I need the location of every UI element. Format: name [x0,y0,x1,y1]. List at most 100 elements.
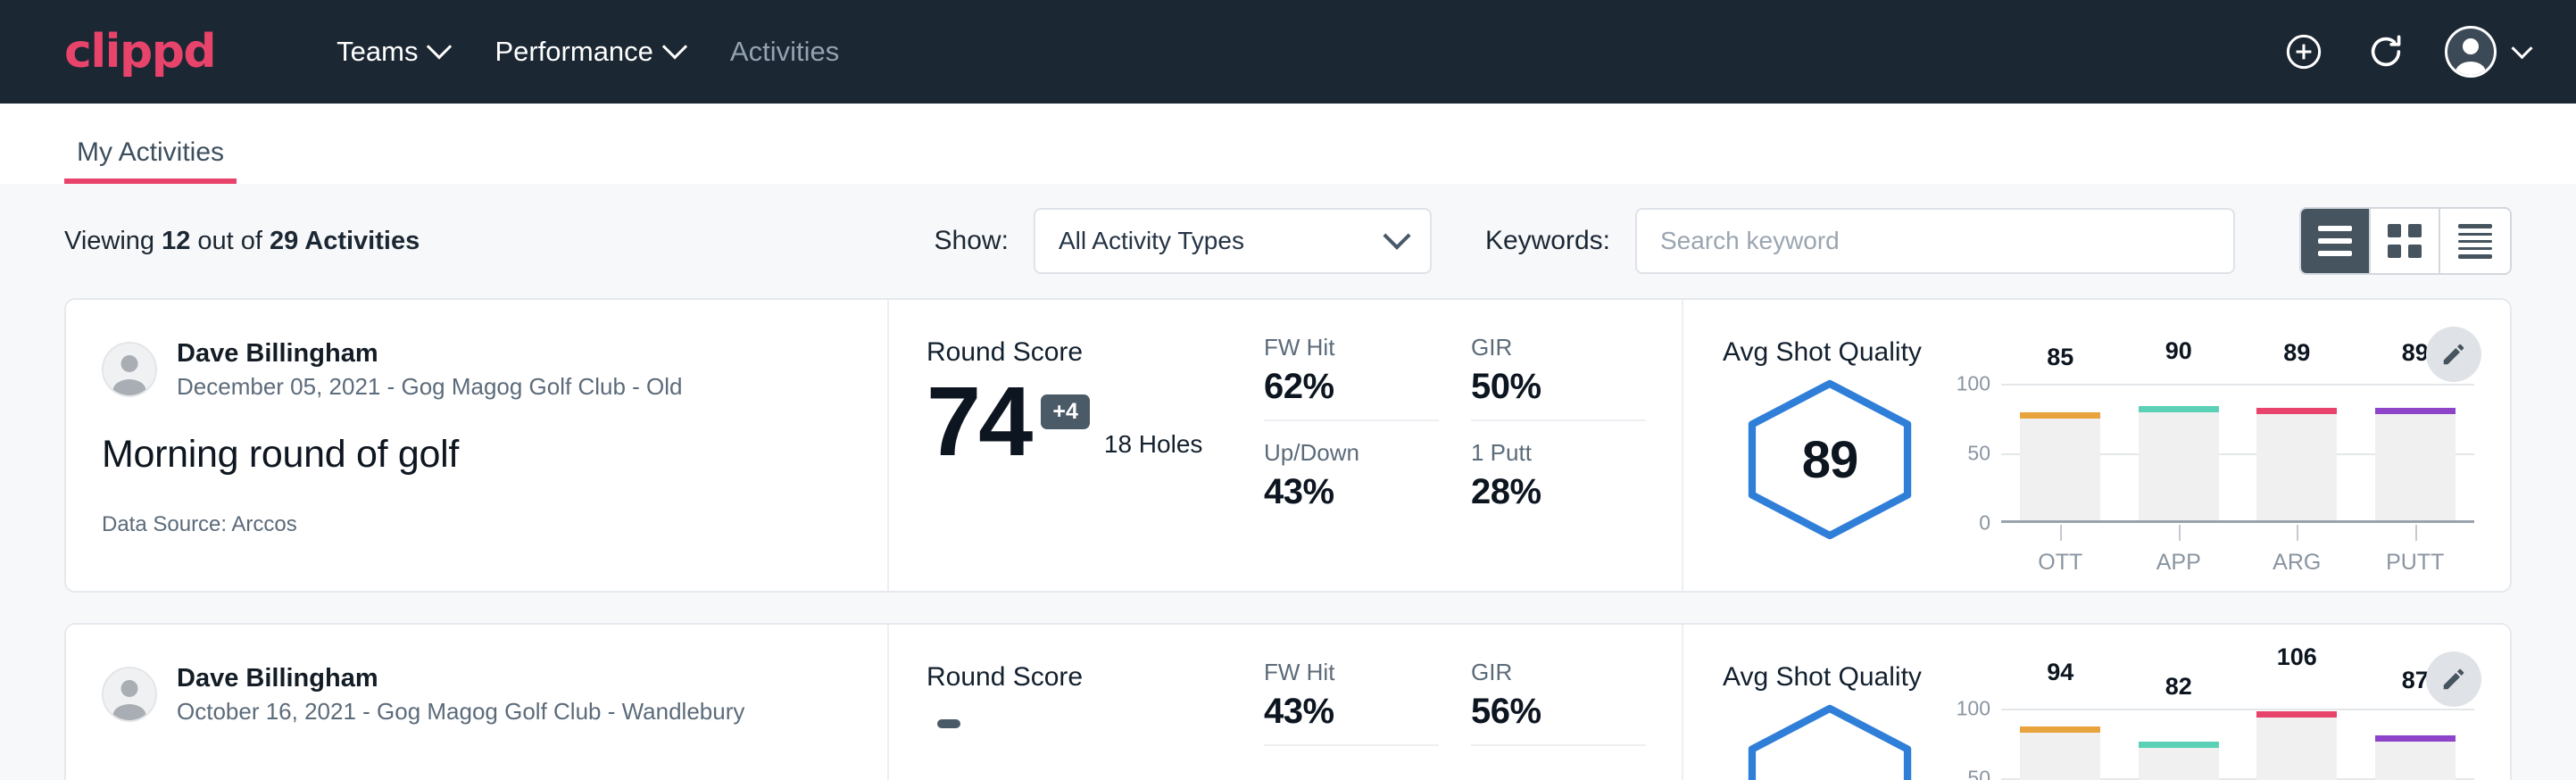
bar-value: 89 [2283,339,2310,367]
header-actions [2281,26,2530,78]
edit-pencil-icon [2440,666,2467,693]
avg-shot-quality-label: Avg Shot Quality [1723,337,2474,368]
player-name: Dave Billingham [177,337,683,371]
bar [2375,408,2456,520]
x-tick-label: PUTT [2375,550,2456,576]
round-score-section: Round Score 74 +4 18 Holes [889,300,1264,591]
compact-view-icon [2458,224,2492,259]
round-stats: FW Hit 43% GIR 56% [1264,625,1683,780]
tab-my-activities[interactable]: My Activities [64,137,237,184]
round-score-label: Round Score [927,662,1264,693]
edit-activity-button[interactable] [2426,327,2481,382]
y-tick: 0 [1979,511,1990,535]
chart-plot-area: 94 82 106 8 [2001,709,2474,780]
bar-column-arg: 89 [2256,381,2337,520]
score-to-par-badge: +4 [1041,394,1090,429]
bar-column-app: 90 [2139,381,2219,520]
stat-value: 62% [1264,367,1439,407]
bar-column-ott: 85 [2020,381,2100,520]
tab-bar: My Activities [0,104,2576,184]
nav-item-performance[interactable]: Performance [471,27,706,77]
viewing-count: 12 [162,227,190,255]
stat-label: Up/Down [1264,439,1439,467]
x-tick-label: OTT [2020,550,2100,576]
chart-x-labels: OTT APP ARG PUTT [2001,523,2474,576]
stat-label: GIR [1471,334,1646,361]
activity-info: Dave Billingham December 05, 2021 - Gog … [66,300,889,591]
stat-label: FW Hit [1264,334,1439,361]
holes-played: 18 Holes [1104,430,1203,459]
avatar [2445,26,2497,78]
chevron-down-icon [662,34,687,59]
avg-shot-quality-section: Avg Shot Quality 100 50 0 [1683,625,2510,780]
activity-card[interactable]: Dave Billingham October 16, 2021 - Gog M… [64,623,2512,780]
activity-author: Dave Billingham October 16, 2021 - Gog M… [102,662,844,727]
chart-plot-area: 85 90 89 89 [2001,384,2474,523]
activity-card[interactable]: Dave Billingham December 05, 2021 - Gog … [64,298,2512,593]
data-source: Data Source: Arccos [102,512,844,537]
compact-view-button[interactable] [2440,209,2510,273]
stat-value: 43% [1264,692,1439,732]
quality-hexagon [1723,696,1937,780]
chart-bars: 85 90 89 89 [2001,381,2474,520]
quality-hexagon: 89 [1723,371,1937,541]
chart-y-axis: 100 50 0 [1937,709,2001,780]
grid-view-button[interactable] [2371,209,2440,273]
player-name: Dave Billingham [177,662,744,696]
activity-title: Morning round of golf [102,433,844,477]
activity-meta: October 16, 2021 - Gog Magog Golf Club -… [177,696,744,727]
y-tick: 100 [1957,697,1990,721]
main-nav: Teams Performance Activities [313,27,862,77]
bar-column-arg: 106 [2256,706,2337,780]
bar [2139,406,2219,520]
clippd-logo[interactable]: clippd [64,25,215,79]
view-mode-group [2299,207,2512,275]
activity-info: Dave Billingham October 16, 2021 - Gog M… [66,625,889,780]
nav-item-teams[interactable]: Teams [313,27,471,77]
app-header: clippd Teams Performance Activities [0,0,2576,104]
edit-activity-button[interactable] [2426,651,2481,707]
bar [2256,408,2337,520]
bar-value: 82 [2165,673,2192,701]
stat-value: 56% [1471,692,1646,732]
filter-toolbar: Viewing 12 out of 29 Activities Show: Al… [0,184,2576,298]
toolbar-controls: Show: All Activity Types Keywords: [935,207,2512,275]
y-tick: 50 [1967,442,1990,466]
stat-gir: GIR 50% [1471,334,1646,421]
add-circle-icon[interactable] [2281,29,2327,75]
x-tick-label: ARG [2256,550,2337,576]
stat-label: FW Hit [1264,659,1439,686]
activity-type-value: All Activity Types [1059,227,1244,255]
round-score-section: Round Score [889,625,1264,780]
nav-item-label: Activities [730,36,839,68]
activity-type-select[interactable]: All Activity Types [1034,208,1432,274]
bar [2256,711,2337,780]
activity-author: Dave Billingham December 05, 2021 - Gog … [102,337,844,402]
y-tick: 50 [1967,767,1990,780]
chevron-down-icon [427,34,452,59]
account-menu[interactable] [2445,26,2530,78]
avg-shot-quality-label: Avg Shot Quality [1723,662,2474,693]
bar-value: 89 [2402,339,2429,367]
stat-gir: GIR 56% [1471,659,1646,746]
round-score-label: Round Score [927,337,1264,368]
bar [2020,726,2100,780]
shot-quality-chart: 100 50 0 94 [1937,696,2474,780]
show-label: Show: [935,226,1009,256]
avatar [102,667,157,722]
chart-bars: 94 82 106 8 [2001,706,2474,780]
bar [2020,412,2100,520]
stat-fw-hit: FW Hit 43% [1264,659,1439,746]
score-to-par-badge [937,719,960,728]
search-input[interactable] [1635,208,2235,274]
chart-y-axis: 100 50 0 [1937,384,2001,523]
refresh-icon[interactable] [2363,29,2409,75]
list-view-icon [2318,226,2352,256]
nav-item-activities[interactable]: Activities [707,27,862,77]
nav-item-label: Performance [494,36,652,68]
bar [2375,735,2456,780]
viewing-prefix: Viewing [64,227,162,255]
keywords-label: Keywords: [1485,226,1610,256]
chevron-down-icon [2511,37,2532,59]
list-view-button[interactable] [2301,209,2371,273]
